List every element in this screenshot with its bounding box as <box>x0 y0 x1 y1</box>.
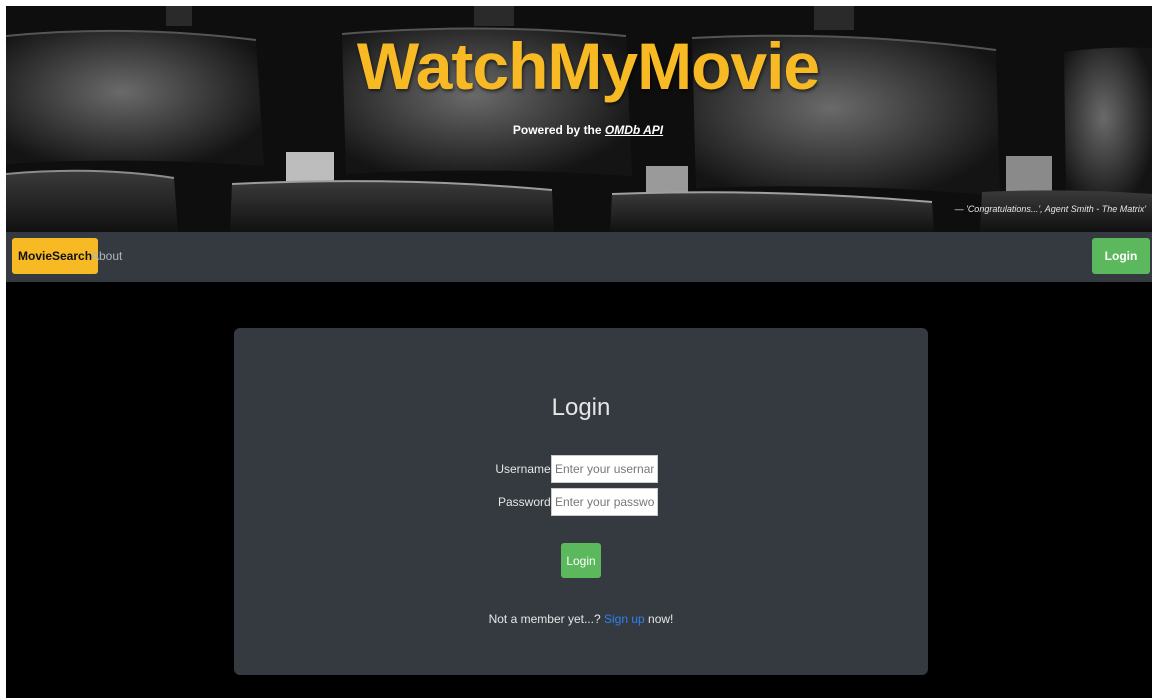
username-label: Username: <box>495 462 554 476</box>
hero-banner: WatchMyMovie Powered by the OMDb API — '… <box>6 6 1152 232</box>
login-heading: Login <box>551 394 611 421</box>
omdb-api-link[interactable]: OMDb API <box>605 123 663 137</box>
nav-login-button[interactable]: Login <box>1092 238 1150 274</box>
signup-prompt: Not a member yet...? Sign up now! <box>234 612 928 626</box>
username-input[interactable] <box>551 455 658 483</box>
signup-suffix: now! <box>648 612 674 626</box>
login-card: Login Username: Password: Login Not a me… <box>234 328 928 675</box>
password-input[interactable] <box>551 488 658 516</box>
signup-link[interactable]: Sign up <box>604 612 645 626</box>
subtitle-prefix: Powered by the <box>512 123 605 137</box>
nav-brand-moviesearch[interactable]: MovieSearch <box>12 238 99 274</box>
site-title: WatchMyMovie <box>356 29 820 103</box>
nav-link-about[interactable]: About <box>91 238 122 274</box>
navbar: MovieSearch About Login <box>6 232 1152 282</box>
password-row: Password: <box>234 488 928 516</box>
signup-prefix: Not a member yet...? <box>488 612 601 626</box>
password-label: Password: <box>497 495 554 509</box>
username-row: Username: <box>234 455 928 483</box>
page-frame: WatchMyMovie Powered by the OMDb API — '… <box>6 6 1152 698</box>
login-submit-button[interactable]: Login <box>561 543 601 578</box>
movie-quote: — 'Congratulations...', Agent Smith - Th… <box>954 204 1146 214</box>
site-subtitle: Powered by the OMDb API <box>6 123 1152 137</box>
